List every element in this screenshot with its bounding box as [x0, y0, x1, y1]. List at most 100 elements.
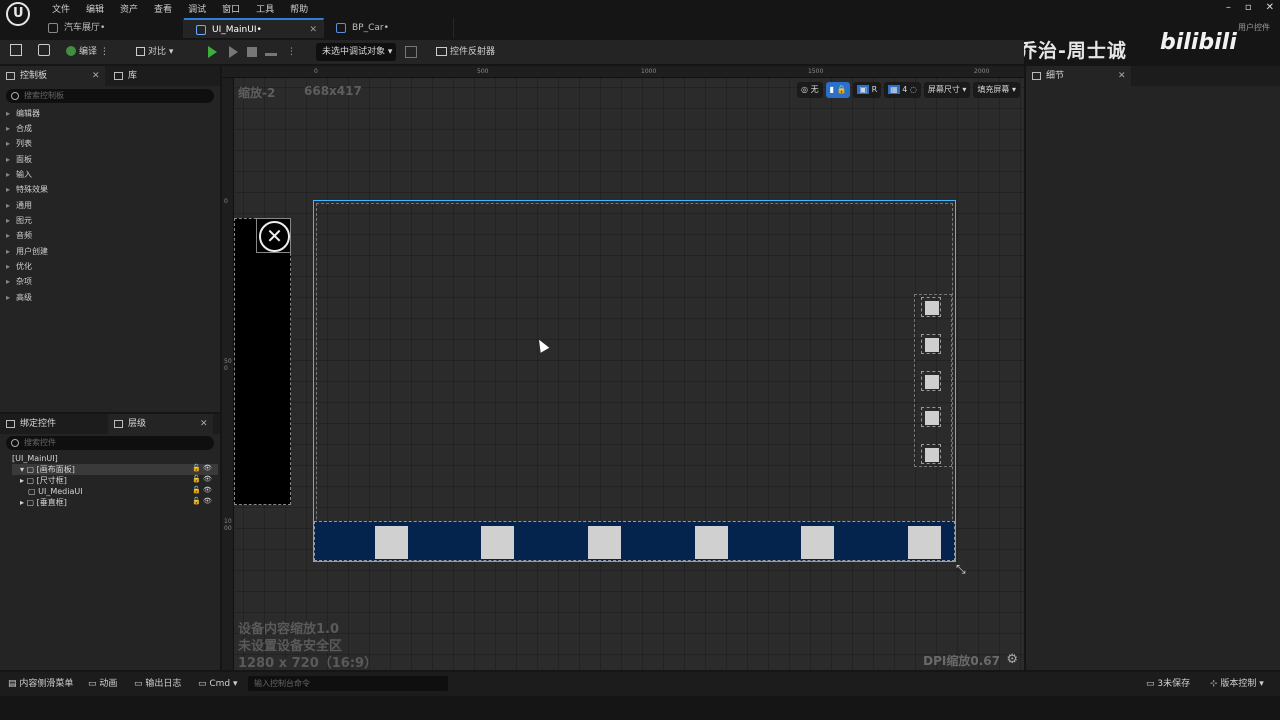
tab-details[interactable]: 细节: [1026, 66, 1131, 86]
lock-visibility-icon[interactable]: 🔓 👁: [192, 497, 212, 505]
debug-browse-icon[interactable]: [405, 46, 417, 58]
category-editor[interactable]: 编辑器: [6, 106, 40, 121]
screen-size-dropdown[interactable]: 屏幕尺寸 ▾: [923, 82, 971, 98]
resize-handle-icon[interactable]: ⤡: [956, 562, 966, 577]
menu-asset[interactable]: 资产: [112, 3, 146, 17]
category-composite[interactable]: 合成: [6, 121, 32, 136]
content-drawer-button[interactable]: ▤ 内容侧滑菜单: [8, 672, 73, 696]
category-advanced[interactable]: 高级: [6, 290, 32, 305]
respect-locks-button[interactable]: ▣ R: [853, 82, 882, 98]
tree-item-root[interactable]: [UI_MainUI]: [12, 453, 58, 464]
tab-palette[interactable]: 控制板: [0, 66, 105, 86]
canvas-panel-frame[interactable]: [313, 200, 956, 562]
output-log-label: 输出日志: [145, 679, 182, 689]
diff-button[interactable]: 对比 ▾: [136, 44, 173, 60]
side-button[interactable]: [921, 407, 941, 427]
menu-window[interactable]: 窗口: [214, 3, 248, 17]
bottom-button-bar[interactable]: [314, 521, 955, 561]
debug-object-dropdown[interactable]: 未选中调试对象 ▾: [316, 43, 396, 61]
vertical-box[interactable]: [914, 294, 952, 467]
gear-icon[interactable]: ⚙: [1006, 652, 1018, 667]
tab-ui-mainui[interactable]: UI_MainUI• ✕: [184, 18, 324, 38]
close-button[interactable]: ✕: [256, 218, 291, 253]
browse-icon[interactable]: [38, 44, 53, 60]
ruler-tick: 500: [224, 358, 232, 372]
close-icon[interactable]: ✕: [1118, 66, 1126, 86]
lock-visibility-icon[interactable]: 🔓 👁: [192, 464, 212, 472]
tree-item-vertical-box[interactable]: ▸ ▢ [垂直框]: [20, 497, 67, 508]
step-icon[interactable]: [229, 46, 238, 58]
lock-visibility-icon[interactable]: 🔓 👁: [192, 475, 212, 483]
fill-screen-dropdown[interactable]: 填充屏幕 ▾: [973, 82, 1020, 98]
widget-reflector-button[interactable]: 控件反射器: [436, 44, 495, 60]
tab-hierarchy[interactable]: 层级: [108, 414, 213, 434]
reflector-icon: [436, 47, 447, 56]
category-input[interactable]: 输入: [6, 167, 32, 182]
lock-visibility-icon[interactable]: 🔓 👁: [192, 486, 212, 494]
category-primitive[interactable]: 图元: [6, 213, 32, 228]
source-control-button[interactable]: ⊹ 版本控制 ▾: [1210, 672, 1264, 696]
animation-button[interactable]: ▭ 动画: [88, 672, 117, 696]
media-ui-panel[interactable]: [234, 218, 291, 505]
cmd-dropdown[interactable]: ▭ Cmd ▾: [198, 672, 238, 696]
minimize-button[interactable]: –: [1226, 2, 1231, 13]
eject-icon[interactable]: [265, 46, 277, 56]
tab-library[interactable]: 库: [108, 66, 208, 86]
play-options-icon[interactable]: ⋮: [287, 44, 296, 60]
menu-tools[interactable]: 工具: [248, 3, 282, 17]
menu-edit[interactable]: 编辑: [78, 3, 112, 17]
save-icon[interactable]: [10, 44, 25, 60]
maximize-button[interactable]: ▫: [1245, 2, 1252, 13]
category-misc[interactable]: 杂项: [6, 274, 32, 289]
side-button[interactable]: [921, 334, 941, 354]
ruler-tick: 0: [224, 198, 228, 205]
menu-debug[interactable]: 调试: [180, 3, 214, 17]
localization-button[interactable]: ◎ 无: [797, 82, 823, 98]
tab-bind-widgets[interactable]: 绑定控件: [0, 414, 105, 434]
tab-bp-car[interactable]: BP_Car•: [324, 18, 454, 38]
bottom-button[interactable]: [481, 526, 514, 559]
category-special-effects[interactable]: 特殊效果: [6, 182, 48, 197]
side-button[interactable]: [921, 444, 941, 464]
side-button[interactable]: [921, 297, 941, 317]
bottom-button[interactable]: [375, 526, 408, 559]
close-icon[interactable]: ✕: [92, 66, 100, 86]
unsaved-button[interactable]: ▭ 3未保存: [1146, 672, 1190, 696]
lock-toggle[interactable]: ▮ 🔒: [825, 82, 851, 98]
compile-button[interactable]: 编译 ⋮: [66, 44, 109, 60]
bottom-button[interactable]: [695, 526, 728, 559]
grid-snap-button[interactable]: ▦ 4 ◌: [884, 82, 921, 98]
output-log-button[interactable]: ▭ 输出日志: [134, 672, 181, 696]
menu-help[interactable]: 帮助: [282, 3, 316, 17]
left-panel: 控制板 ✕ 库 搜索控制板 编辑器 合成 列表 面板 输入 特殊效果 通用 图元…: [0, 66, 220, 670]
ruler-tick: 2000: [974, 68, 990, 75]
category-common[interactable]: 通用: [6, 198, 32, 213]
category-audio[interactable]: 音频: [6, 228, 32, 243]
side-button[interactable]: [921, 371, 941, 391]
designer-viewport[interactable]: 0 500 1000 1500 2000 0 500 1000 缩放-2 668…: [222, 66, 1024, 670]
bind-icon: [6, 420, 15, 428]
menu-view[interactable]: 查看: [146, 3, 180, 17]
tree-item-mediaui[interactable]: ▢ UI_MediaUI: [28, 486, 83, 497]
console-command-input[interactable]: 输入控制台命令: [248, 676, 448, 691]
category-optimization[interactable]: 优化: [6, 259, 32, 274]
palette-search-input[interactable]: 搜索控制板: [6, 89, 214, 103]
details-header: 细节 ✕: [1026, 66, 1280, 86]
category-user-created[interactable]: 用户创建: [6, 244, 48, 259]
category-list[interactable]: 列表: [6, 136, 32, 151]
close-icon[interactable]: ✕: [200, 414, 208, 434]
bottom-button[interactable]: [588, 526, 621, 559]
bottom-button[interactable]: [908, 526, 941, 559]
hierarchy-search-input[interactable]: 搜索控件: [6, 436, 214, 450]
category-panel[interactable]: 面板: [6, 152, 32, 167]
menu-file[interactable]: 文件: [44, 3, 78, 17]
unreal-logo-icon[interactable]: [6, 2, 30, 26]
play-icon[interactable]: [208, 46, 217, 58]
tab-car-showroom[interactable]: 汽车展厅•: [36, 18, 184, 38]
stop-icon[interactable]: [247, 47, 257, 57]
tree-item-size-box[interactable]: ▸ ▢ [尺寸框]: [20, 475, 67, 486]
tree-item-canvas-panel[interactable]: ▾ ▢ [画布面板]: [12, 464, 218, 475]
close-icon[interactable]: ✕: [309, 20, 317, 40]
close-window-button[interactable]: ✕: [1266, 2, 1274, 13]
bottom-button[interactable]: [801, 526, 834, 559]
